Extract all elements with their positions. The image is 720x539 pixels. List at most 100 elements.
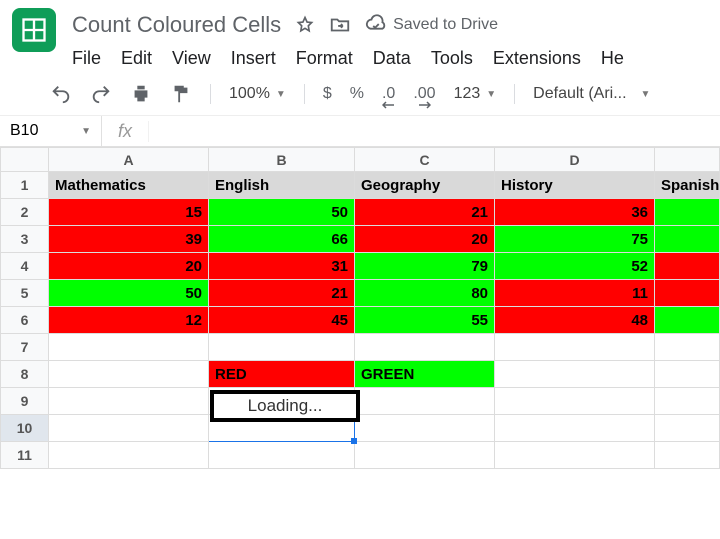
cell-D11[interactable]: [495, 442, 655, 469]
cell-A10[interactable]: [49, 415, 209, 442]
saved-status[interactable]: Saved to Drive: [365, 14, 498, 36]
cell-C6[interactable]: 55: [355, 307, 495, 334]
row-header-5[interactable]: 5: [1, 280, 49, 307]
cell-B8[interactable]: RED: [209, 361, 355, 388]
cell-C8[interactable]: GREEN: [355, 361, 495, 388]
row-header-1[interactable]: 1: [1, 172, 49, 199]
cell-E4[interactable]: [655, 253, 720, 280]
cell-E11[interactable]: [655, 442, 720, 469]
cell-B7[interactable]: [209, 334, 355, 361]
cell-D5[interactable]: 11: [495, 280, 655, 307]
cell-C1[interactable]: Geography: [355, 172, 495, 199]
row-header-9[interactable]: 9: [1, 388, 49, 415]
col-header-extra[interactable]: [655, 148, 720, 172]
row-header-10[interactable]: 10: [1, 415, 49, 442]
menu-edit[interactable]: Edit: [121, 48, 152, 69]
menu-file[interactable]: File: [72, 48, 101, 69]
row-header-2[interactable]: 2: [1, 199, 49, 226]
cell-A11[interactable]: [49, 442, 209, 469]
cell-A8[interactable]: [49, 361, 209, 388]
menu-view[interactable]: View: [172, 48, 211, 69]
cell-A1[interactable]: Mathematics: [49, 172, 209, 199]
cell-D8[interactable]: [495, 361, 655, 388]
cell-E5[interactable]: [655, 280, 720, 307]
sheets-logo[interactable]: [12, 8, 56, 52]
menu-data[interactable]: Data: [373, 48, 411, 69]
folder-move-icon[interactable]: [329, 14, 351, 36]
select-all-corner[interactable]: [1, 148, 49, 172]
menu-extensions[interactable]: Extensions: [493, 48, 581, 69]
redo-icon[interactable]: [90, 83, 112, 105]
cell-B5[interactable]: 21: [209, 280, 355, 307]
saved-label: Saved to Drive: [393, 16, 498, 34]
cell-A9[interactable]: [49, 388, 209, 415]
format-percent-button[interactable]: %: [350, 85, 364, 103]
undo-icon[interactable]: [50, 83, 72, 105]
menu-format[interactable]: Format: [296, 48, 353, 69]
cell-D3[interactable]: 75: [495, 226, 655, 253]
cell-D1[interactable]: History: [495, 172, 655, 199]
increase-decimal-button[interactable]: .00: [413, 85, 435, 103]
cell-A4[interactable]: 20: [49, 253, 209, 280]
cell-B1[interactable]: English: [209, 172, 355, 199]
fill-handle[interactable]: [351, 438, 357, 444]
row-header-3[interactable]: 3: [1, 226, 49, 253]
cell-A3[interactable]: 39: [49, 226, 209, 253]
cell-E9[interactable]: [655, 388, 720, 415]
cell-B6[interactable]: 45: [209, 307, 355, 334]
print-icon[interactable]: [130, 83, 152, 105]
cell-B11[interactable]: [209, 442, 355, 469]
chevron-down-icon: ▼: [81, 126, 91, 137]
row-header-4[interactable]: 4: [1, 253, 49, 280]
cell-D6[interactable]: 48: [495, 307, 655, 334]
cell-A2[interactable]: 15: [49, 199, 209, 226]
cell-A6[interactable]: 12: [49, 307, 209, 334]
decrease-decimal-button[interactable]: .0: [382, 85, 395, 103]
cell-D4[interactable]: 52: [495, 253, 655, 280]
cell-C10[interactable]: [355, 415, 495, 442]
cell-C9[interactable]: [355, 388, 495, 415]
row-header-7[interactable]: 7: [1, 334, 49, 361]
col-header-D[interactable]: D: [495, 148, 655, 172]
star-icon[interactable]: [295, 15, 315, 35]
cell-E7[interactable]: [655, 334, 720, 361]
cell-C7[interactable]: [355, 334, 495, 361]
paint-format-icon[interactable]: [170, 83, 192, 105]
cell-A7[interactable]: [49, 334, 209, 361]
cell-D7[interactable]: [495, 334, 655, 361]
row-header-8[interactable]: 8: [1, 361, 49, 388]
cell-A5[interactable]: 50: [49, 280, 209, 307]
cell-B4[interactable]: 31: [209, 253, 355, 280]
cell-B3[interactable]: 66: [209, 226, 355, 253]
cell-C11[interactable]: [355, 442, 495, 469]
row-header-6[interactable]: 6: [1, 307, 49, 334]
cell-E6[interactable]: [655, 307, 720, 334]
menu-insert[interactable]: Insert: [231, 48, 276, 69]
number-format-dropdown[interactable]: 123 ▼: [454, 85, 497, 103]
cell-D9[interactable]: [495, 388, 655, 415]
format-currency-button[interactable]: $: [323, 85, 332, 103]
cell-B2[interactable]: 50: [209, 199, 355, 226]
cell-E3[interactable]: [655, 226, 720, 253]
zoom-dropdown[interactable]: 100% ▼: [229, 85, 286, 103]
col-header-C[interactable]: C: [355, 148, 495, 172]
cell-C4[interactable]: 79: [355, 253, 495, 280]
col-header-A[interactable]: A: [49, 148, 209, 172]
cell-E10[interactable]: [655, 415, 720, 442]
name-box-value: B10: [10, 122, 38, 140]
cell-C2[interactable]: 21: [355, 199, 495, 226]
name-box[interactable]: B10 ▼: [0, 116, 102, 146]
row-header-11[interactable]: 11: [1, 442, 49, 469]
cell-D2[interactable]: 36: [495, 199, 655, 226]
cell-C5[interactable]: 80: [355, 280, 495, 307]
cell-C3[interactable]: 20: [355, 226, 495, 253]
cell-E1[interactable]: Spanish: [655, 172, 720, 199]
cell-D10[interactable]: [495, 415, 655, 442]
cell-E2[interactable]: [655, 199, 720, 226]
col-header-B[interactable]: B: [209, 148, 355, 172]
cell-E8[interactable]: [655, 361, 720, 388]
document-title[interactable]: Count Coloured Cells: [72, 12, 281, 38]
menu-he[interactable]: He: [601, 48, 624, 69]
font-dropdown[interactable]: Default (Ari... ▼: [533, 85, 650, 103]
menu-tools[interactable]: Tools: [431, 48, 473, 69]
